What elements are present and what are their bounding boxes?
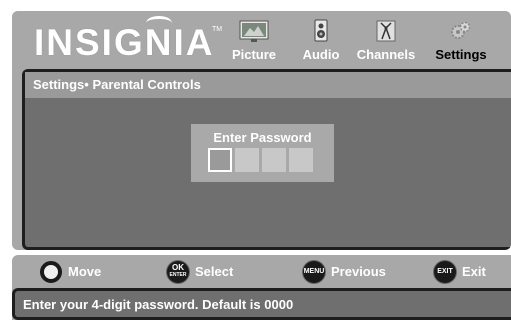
status-bar: Enter your 4-digit password. Default is … [12,288,511,320]
password-digit-3[interactable] [262,148,286,172]
logo-trademark: TM [212,26,223,33]
tab-settings-label: Settings [435,47,487,62]
dpad-icon [40,261,62,283]
logo-arc-mark [146,16,172,30]
antenna-icon [374,19,398,48]
hint-move-label: Move [68,264,102,279]
password-digit-4[interactable] [289,148,313,172]
insignia-logo: INSIGNIA [34,22,215,63]
tab-channels-label: Channels [356,47,416,62]
ok-enter-button-icon: OK ENTER [167,261,189,283]
tab-picture[interactable]: Picture [222,19,286,67]
hint-select-label: Select [195,264,234,279]
status-message: Enter your 4-digit password. Default is … [23,297,294,312]
menu-window: INSIGNIA TM Picture Audio Channels Setti… [12,11,511,250]
password-digit-2[interactable] [235,148,259,172]
picture-icon [239,19,269,48]
hint-exit-label: Exit [462,264,486,279]
hint-previous-label: Previous [331,264,386,279]
password-dialog: Enter Password [191,124,334,182]
breadcrumb: Settings• Parental Controls [33,77,201,92]
tv-osd-screen: INSIGNIA TM Picture Audio Channels Setti… [0,0,511,320]
menu-button-icon: MENU [303,261,325,283]
enter-icon-text: ENTER [169,272,187,278]
help-bar: Move OK ENTER Select MENU Previous EXIT E… [12,255,511,320]
menu-content-panel: Settings• Parental Controls Enter Passwo… [22,69,511,250]
gears-icon [449,19,473,48]
tab-audio-label: Audio [302,47,340,62]
password-dialog-title: Enter Password [213,130,312,145]
tab-channels[interactable]: Channels [350,19,422,67]
password-digit-1[interactable] [208,148,232,172]
exit-button-icon: EXIT [434,261,456,283]
menu-header: INSIGNIA TM Picture Audio Channels Setti… [12,11,511,69]
ok-icon-text: OK [172,263,184,272]
button-hints-row: Move OK ENTER Select MENU Previous EXIT E… [12,255,511,289]
breadcrumb-bar: Settings• Parental Controls [25,72,511,98]
tab-audio[interactable]: Audio [294,19,348,67]
tab-settings[interactable]: Settings [424,19,498,67]
speaker-icon [313,19,329,48]
tab-picture-label: Picture [231,47,277,62]
